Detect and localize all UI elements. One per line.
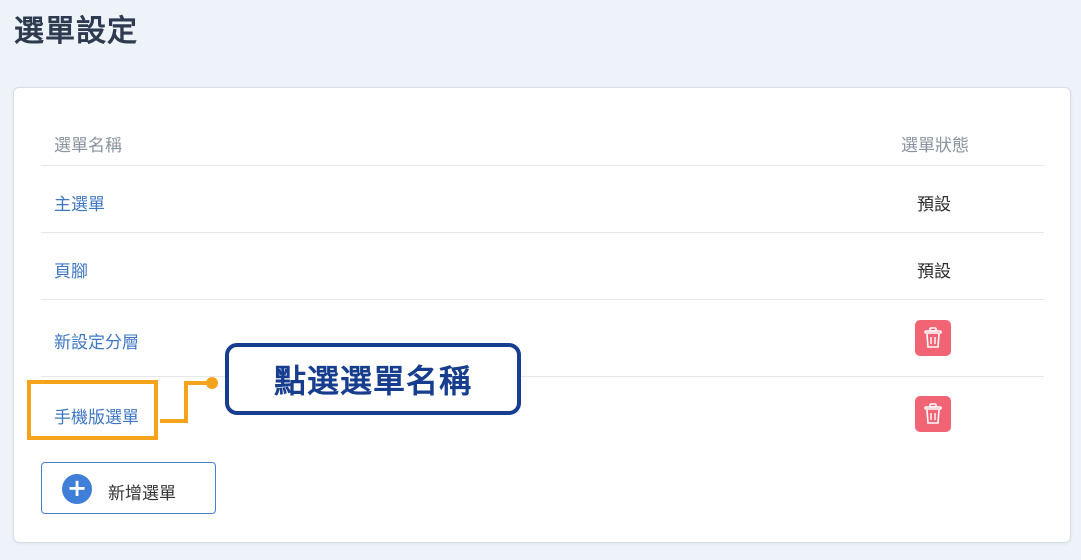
callout-connector [160,377,218,423]
callout-label: 點選選單名稱 [225,343,521,415]
